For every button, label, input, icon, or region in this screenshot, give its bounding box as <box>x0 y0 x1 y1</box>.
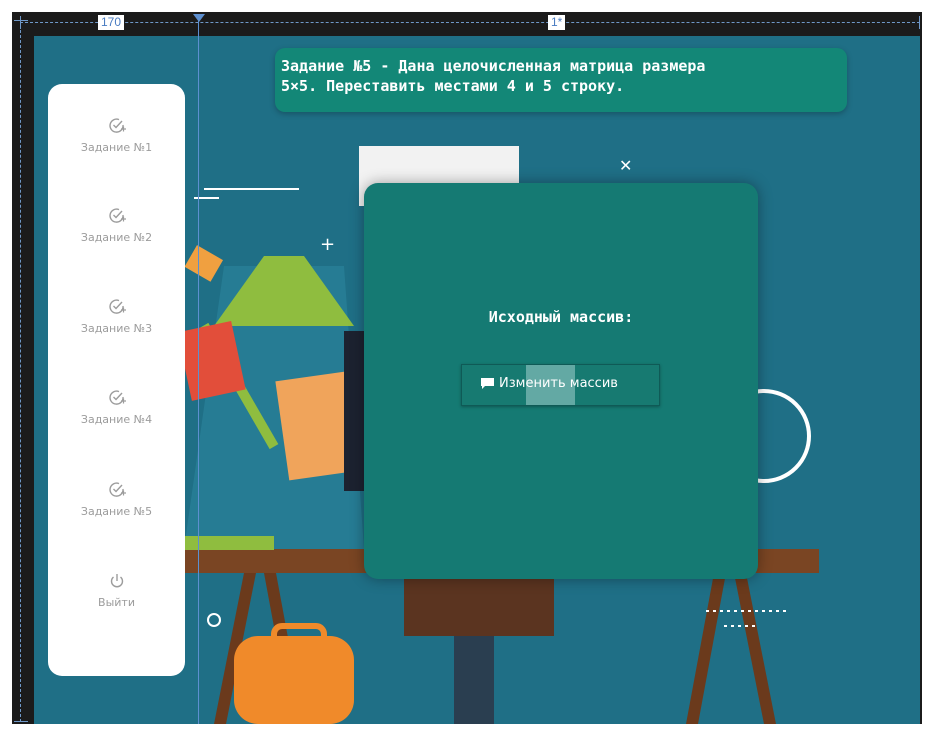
check-plus-icon <box>108 299 126 314</box>
sidebar: Задание №1 Задание №2 Задание №3 Задание… <box>48 84 185 676</box>
task-title: Задание №5 - Дана целочисленная матрица … <box>281 57 706 95</box>
sidebar-item-task-1[interactable]: Задание №1 <box>48 117 185 154</box>
sidebar-item-label: Задание №4 <box>80 413 153 426</box>
sidebar-item-task-3[interactable]: Задание №3 <box>48 298 185 335</box>
sidebar-item-task-5[interactable]: Задание №5 <box>48 481 185 518</box>
power-icon <box>110 574 123 588</box>
sidebar-item-label: Задание №1 <box>80 141 153 154</box>
ruler-tick <box>919 16 920 29</box>
sidebar-item-task-4[interactable]: Задание №4 <box>48 389 185 426</box>
column-guide-line[interactable] <box>198 18 199 724</box>
check-plus-icon <box>108 118 126 133</box>
sidebar-item-label: Задание №5 <box>80 505 153 518</box>
change-array-button[interactable]: Изменить массив <box>461 364 660 406</box>
column-star-label[interactable]: 1* <box>548 15 566 30</box>
svg-text:+: + <box>320 234 335 255</box>
ruler-tick <box>14 721 28 722</box>
change-array-button-label: Изменить массив <box>499 376 618 391</box>
column-guide-handle[interactable] <box>193 14 205 22</box>
check-plus-icon <box>108 390 126 405</box>
check-plus-icon <box>108 482 126 497</box>
ruler-tick <box>14 20 28 21</box>
ruler-line <box>20 22 920 23</box>
column-ruler: 170 1* <box>12 12 922 32</box>
sidebar-item-exit[interactable]: Выйти <box>48 572 185 609</box>
row-ruler <box>12 12 32 724</box>
sidebar-item-task-2[interactable]: Задание №2 <box>48 207 185 244</box>
sidebar-item-label: Выйти <box>98 596 135 609</box>
ruler-line <box>20 20 21 722</box>
column-width-label[interactable]: 170 <box>98 15 125 30</box>
sidebar-item-label: Задание №2 <box>80 231 153 244</box>
task-title-panel: Задание №5 - Дана целочисленная матрица … <box>275 48 847 112</box>
svg-text:✕: ✕ <box>619 156 632 175</box>
chat-bubble-icon <box>481 378 494 389</box>
array-dialog: Исходный массив: Изменить массив <box>364 183 758 579</box>
check-plus-icon <box>108 208 126 223</box>
sidebar-item-label: Задание №3 <box>80 322 153 335</box>
source-array-label: Исходный массив: <box>488 308 634 326</box>
